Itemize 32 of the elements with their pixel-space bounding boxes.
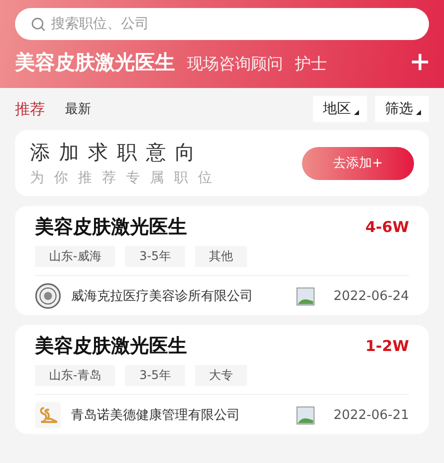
- company-name: 威海克拉医疗美容诊所有限公司: [71, 288, 254, 305]
- filter-dropdown[interactable]: 地区: [313, 96, 367, 122]
- search-icon: [31, 17, 46, 32]
- job-tag: 山东-青岛: [35, 365, 116, 386]
- search-field[interactable]: 搜索职位、公司: [15, 8, 429, 40]
- salary: 4-6W: [365, 218, 409, 236]
- job-card[interactable]: 美容皮肤激光医生 1-2W 山东-青岛 3-5年 大专 青岛诺美德健康管理有限公司 2022-06-21: [15, 325, 429, 434]
- swan-logo-icon: [35, 402, 61, 428]
- job-tag: 3-5年: [125, 246, 185, 267]
- promo-title: 添加求职意向: [30, 139, 205, 166]
- broken-image-icon: [296, 286, 316, 306]
- sort-tab[interactable]: 最新: [65, 100, 91, 118]
- caret-icon: [354, 110, 359, 115]
- job-title: 美容皮肤激光医生: [35, 215, 187, 240]
- caret-icon: [416, 110, 421, 115]
- promo-subtitle: 为你推荐专属职位: [30, 169, 223, 187]
- filter-dropdown[interactable]: 筛选: [375, 96, 429, 122]
- job-tag: 3-5年: [125, 365, 185, 386]
- sort-tab[interactable]: 推荐: [15, 100, 45, 118]
- job-tag: 其他: [194, 246, 247, 267]
- job-card[interactable]: 美容皮肤激光医生 4-6W 山东-威海 3-5年 其他 威海克拉医疗美容诊所有限公司 2022-06-24: [15, 206, 429, 315]
- job-title: 美容皮肤激光医生: [35, 334, 187, 359]
- job-tag: 山东-威海: [35, 246, 116, 267]
- post-date: 2022-06-24: [333, 288, 409, 304]
- broken-image-icon: [296, 406, 316, 424]
- post-date: 2022-06-21: [333, 408, 409, 422]
- salary: 1-2W: [365, 337, 409, 355]
- job-tag: 大专: [194, 365, 247, 386]
- company-name: 青岛诺美德健康管理有限公司: [71, 407, 241, 424]
- add-button[interactable]: 去添加+: [302, 146, 414, 180]
- add-icon[interactable]: [411, 53, 429, 71]
- seal-logo-icon: [35, 283, 61, 309]
